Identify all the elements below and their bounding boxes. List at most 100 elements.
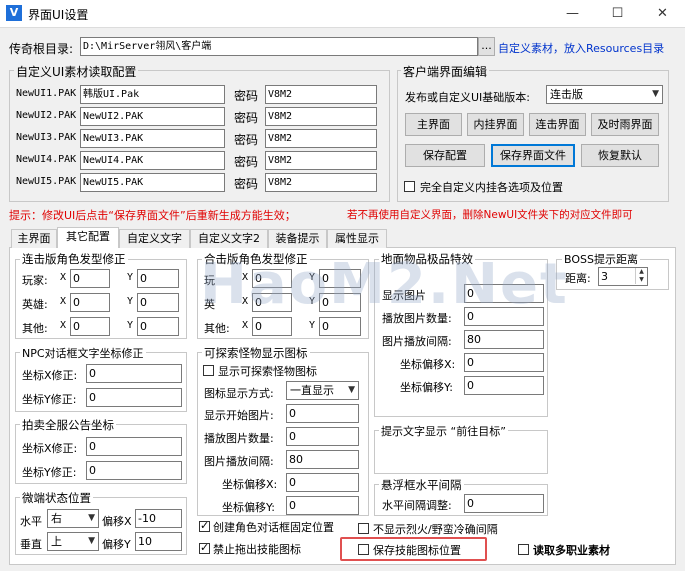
hair-x-input[interactable]: 0 <box>70 269 110 288</box>
micro-offx-value: -10 <box>138 512 156 525</box>
hair-x-input[interactable]: 0 <box>70 317 110 336</box>
auction-x-input[interactable]: 0 <box>86 437 182 456</box>
explore-interval-label: 图片播放间隔: <box>204 455 274 468</box>
micro-offy-value: 10 <box>138 535 152 548</box>
ui-pak-pwd-input[interactable]: V8M2 <box>265 129 377 148</box>
explore-checkbox[interactable] <box>203 365 214 376</box>
micro-h-label: 水平 <box>20 515 42 528</box>
main-ui-button[interactable]: 主界面 <box>405 113 462 136</box>
chevron-down-icon: ▼ <box>652 89 659 99</box>
micro-v-value: 上 <box>51 535 62 548</box>
boss-distance-label: 距离: <box>565 272 591 285</box>
hair-row-label: 玩家: <box>22 274 48 287</box>
micro-h-value: 右 <box>51 512 62 525</box>
ui-pak-pwd-label: 密码 <box>234 111 259 125</box>
hair-y-input[interactable]: 0 <box>137 293 179 312</box>
ui-pak-pwd-input[interactable]: V8M2 <box>265 173 377 192</box>
ui-pak-pwd-input[interactable]: V8M2 <box>265 107 377 126</box>
version-label: 发布或自定义UI基础版本: <box>405 91 531 104</box>
ground-offx-input[interactable]: 0 <box>464 353 544 372</box>
maximize-button[interactable]: ☐ <box>595 0 640 27</box>
ui-pak-pwd-input[interactable]: V8M2 <box>265 85 377 104</box>
micro-offx-input[interactable]: -10 <box>135 509 182 528</box>
hair-y-input[interactable]: 0 <box>137 269 179 288</box>
hair-x-input[interactable]: 0 <box>252 317 292 336</box>
multi-class-checkbox[interactable] <box>518 544 529 555</box>
hair-x-label: X <box>60 296 67 307</box>
root-dir-input[interactable]: D:\MirServer翎风\客户端 <box>80 37 478 56</box>
ui-pak-file-input[interactable]: NewUI3.PAK <box>80 129 225 148</box>
tab-equip-tip[interactable]: 装备提示 <box>268 229 327 248</box>
ground-interval-input[interactable]: 80 <box>464 330 544 349</box>
ui-pak-label: NewUI3.PAK <box>16 132 77 143</box>
no-show-cd-checkbox[interactable] <box>358 523 369 534</box>
tab-main[interactable]: 主界面 <box>11 229 57 248</box>
explore-interval-input[interactable]: 80 <box>286 450 359 469</box>
ui-pak-file-input[interactable]: 韩版UI.Pak <box>80 85 225 104</box>
explore-start-input[interactable]: 0 <box>286 404 359 423</box>
ground-interval-value: 80 <box>467 333 481 346</box>
npc-y-input[interactable]: 0 <box>86 388 182 407</box>
app-icon: V <box>6 5 22 21</box>
tip-left: 提示：修改UI后点击“保存界面文件”后重新生成方能生效； <box>9 209 296 222</box>
ui-pak-pwd-input[interactable]: V8M2 <box>265 151 377 170</box>
micro-offy-input[interactable]: 10 <box>135 532 182 551</box>
explore-start-label: 显示开始图片: <box>204 409 274 422</box>
boss-distance-input[interactable]: 3 ▲ ▼ <box>598 267 648 286</box>
version-select[interactable]: 连击版 ▼ <box>546 85 663 104</box>
hair-x-input[interactable]: 0 <box>70 293 110 312</box>
save-ui-file-button[interactable]: 保存界面文件 <box>491 144 575 167</box>
minimize-button[interactable]: — <box>550 0 595 27</box>
explore-offx-input[interactable]: 0 <box>286 473 359 492</box>
close-button[interactable]: ✕ <box>640 0 685 27</box>
ui-pak-file-input[interactable]: NewUI5.PAK <box>80 173 225 192</box>
full-custom-checkbox[interactable] <box>404 181 415 192</box>
hair-y-input[interactable]: 0 <box>137 317 179 336</box>
hair-y-input[interactable]: 0 <box>319 317 361 336</box>
hint-text-title: 提示文字显示 “前往目标” <box>379 423 508 439</box>
save-skill-pos-checkbox[interactable] <box>358 544 369 555</box>
hair-row-label: 其他: <box>204 322 230 335</box>
version-value: 连击版 <box>550 88 583 101</box>
ground-offy-input[interactable]: 0 <box>464 376 544 395</box>
explore-chk-label: 显示可探索怪物图标 <box>218 365 317 378</box>
float-box-input[interactable]: 0 <box>464 494 544 513</box>
explore-title: 可探索怪物显示图标 <box>202 345 310 361</box>
ui-pak-file-input[interactable]: NewUI2.PAK <box>80 107 225 126</box>
tab-other[interactable]: 其它配置 <box>57 227 119 248</box>
ui-pak-file-input[interactable]: NewUI4.PAK <box>80 151 225 170</box>
tab-custom-text2[interactable]: 自定义文字2 <box>190 229 268 248</box>
boss-title: BOSS提示距离 <box>562 251 640 267</box>
micro-h-select[interactable]: 右 ▼ <box>47 509 99 528</box>
spin-down-icon[interactable]: ▼ <box>635 276 647 284</box>
tab-custom-text[interactable]: 自定义文字 <box>119 229 190 248</box>
auction-title: 拍卖全服公告坐标 <box>20 417 116 433</box>
explore-count-input[interactable]: 0 <box>286 427 359 446</box>
browse-button[interactable]: ... <box>478 37 495 56</box>
explore-offy-value: 0 <box>289 499 296 512</box>
combo-ui-button[interactable]: 连击界面 <box>529 113 586 136</box>
tab-attr-display[interactable]: 属性显示 <box>327 229 387 248</box>
hair-y-label: Y <box>127 320 134 331</box>
hair-fix-title: 连击版角色发型修正 <box>20 251 128 267</box>
micro-v-select[interactable]: 上 ▼ <box>47 532 99 551</box>
npc-x-input[interactable]: 0 <box>86 364 182 383</box>
explore-mode-label: 图标显示方式: <box>204 387 274 400</box>
auction-y-input[interactable]: 0 <box>86 461 182 480</box>
hair-x-value: 0 <box>73 272 80 285</box>
npc-y-label: 坐标Y修正: <box>22 393 77 406</box>
npc-fixed-checkbox[interactable] <box>199 519 210 532</box>
no-drag-checkbox[interactable] <box>199 541 210 554</box>
save-config-button[interactable]: 保存配置 <box>405 144 485 167</box>
rain-ui-button[interactable]: 及时雨界面 <box>591 113 659 136</box>
hair-y-label: Y <box>309 320 316 331</box>
no-show-cd-label: 不显示烈火/野蛮冷确间隔 <box>373 523 498 536</box>
inner-ui-button[interactable]: 内挂界面 <box>467 113 524 136</box>
custom-ui-title: 自定义UI素材读取配置 <box>14 63 139 80</box>
hair-row-label: 其他: <box>22 322 48 335</box>
ui-pak-label: NewUI4.PAK <box>16 154 77 165</box>
explore-offy-input[interactable]: 0 <box>286 496 359 515</box>
restore-default-button[interactable]: 恢复默认 <box>581 144 659 167</box>
explore-mode-select[interactable]: 一直显示 ▼ <box>286 381 359 400</box>
spin-up-icon[interactable]: ▲ <box>635 268 647 276</box>
